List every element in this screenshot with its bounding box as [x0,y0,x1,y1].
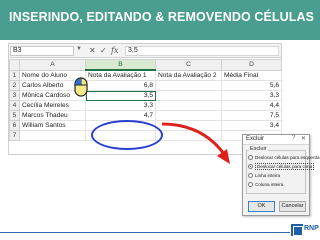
cell-d1[interactable]: Média Final [221,69,282,81]
cell-d5[interactable]: 7,5 [221,110,282,121]
cell-a7[interactable] [19,130,86,141]
highlight-ellipse [91,120,163,150]
mouse-icon [74,77,88,97]
help-icon[interactable]: ? [292,135,295,141]
cell-c1[interactable]: Nota da Avaliação 2 [155,69,222,81]
option-shift-up[interactable]: Deslocar células para cima [248,163,315,171]
row-header[interactable]: 4 [9,100,20,111]
ok-button[interactable]: OK [248,201,275,212]
option-label: Coluna inteira [255,182,284,187]
column-header-d[interactable]: D [221,59,282,71]
cell-d3[interactable]: 3,3 [221,90,282,101]
cell-a4[interactable]: Cecília Meireles [19,100,86,111]
formula-bar: B3 ▼ ✕ ✓ fx 3,5 [9,44,281,58]
column-header-b[interactable]: B [85,59,156,71]
cell-a5[interactable]: Marcos Thadeu [19,110,86,121]
option-entire-column[interactable]: Coluna inteira [248,181,283,189]
row-header[interactable]: 3 [9,90,20,101]
select-all-corner[interactable] [9,59,20,71]
row-header[interactable]: 6 [9,120,20,131]
option-entire-row[interactable]: Linha inteira [248,172,280,180]
rnp-logo: RNP [291,222,319,238]
cancel-icon[interactable]: ✕ [89,45,96,56]
confirm-icon[interactable]: ✓ [100,45,107,56]
cell-b2[interactable]: 6,8 [85,80,156,91]
title-bar: INSERINDO, EDITANDO & REMOVENDO CÉLULAS [0,0,320,40]
delete-dialog: Excluir ? ✕ Excluir Deslocar células par… [242,134,320,216]
column-header-a[interactable]: A [19,59,86,71]
row-header[interactable]: 2 [9,80,20,91]
radio-selected-icon[interactable] [248,164,253,169]
row-header[interactable]: 5 [9,110,20,121]
logo-text: RNP [304,225,319,232]
cell-b1[interactable]: Nota da Avaliação 1 [85,69,156,81]
name-box[interactable]: B3 [10,46,74,56]
cell-c3[interactable] [155,90,222,101]
cell-c5[interactable] [155,110,222,121]
logo-mark-icon [291,224,303,236]
option-shift-left[interactable]: Deslocar células para esquerda [248,154,320,162]
dialog-titlebar: Excluir ? ✕ [243,135,309,145]
radio-icon[interactable] [248,182,253,187]
group-label: Excluir [249,146,268,152]
cell-b5[interactable]: 4,7 [85,110,156,121]
column-header-c[interactable]: C [155,59,222,71]
chevron-down-icon[interactable]: ▼ [76,46,82,52]
row-header[interactable]: 7 [9,130,20,141]
function-icon[interactable]: fx [111,45,118,56]
cell-c2[interactable] [155,80,222,91]
radio-icon[interactable] [248,173,253,178]
radio-icon[interactable] [248,155,253,160]
cancel-button[interactable]: Cancelar [279,201,306,212]
option-label: Deslocar células para esquerda [255,155,320,160]
option-label: Linha inteira [255,173,281,178]
cell-c4[interactable] [155,100,222,111]
cell-b3[interactable]: 3,5 [85,90,156,101]
cell-b4[interactable]: 3,3 [85,100,156,111]
cell-d4[interactable]: 4,4 [221,100,282,111]
cell-d2[interactable]: 5,6 [221,80,282,91]
arrow-icon [161,122,230,164]
slide-title: INSERINDO, EDITANDO & REMOVENDO CÉLULAS [9,10,315,24]
formula-input[interactable]: 3,5 [125,46,279,56]
dialog-title: Excluir [246,136,265,142]
option-label: Deslocar células para cima [255,163,315,170]
row-header[interactable]: 1 [9,69,20,81]
footer-divider [0,232,290,233]
close-icon[interactable]: ✕ [301,135,306,142]
cell-a6[interactable]: William Santos [19,120,86,131]
